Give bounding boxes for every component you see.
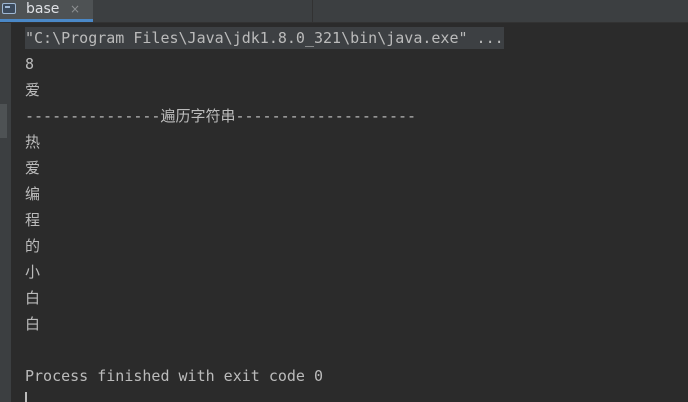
console-line: 白 [25,315,41,333]
console-line: 白 [25,289,41,307]
console-line: 爱 [25,81,41,99]
tab-base[interactable]: base × [0,0,93,22]
close-icon[interactable]: × [70,2,80,16]
console-gutter [0,23,11,402]
console-line: 编 [25,185,41,203]
tab-bar-divider [312,0,313,22]
console-line: 热 [25,133,41,151]
run-tool-window: base × "C:\Program Files\Java\jdk1.8.0_3… [0,0,688,402]
console-line: ---------------遍历字符串-------------------- [25,107,417,125]
tab-label: base [26,1,60,17]
console-output[interactable]: "C:\Program Files\Java\jdk1.8.0_321\bin\… [25,25,688,389]
console-command-line: "C:\Program Files\Java\jdk1.8.0_321\bin\… [25,25,688,51]
console-line: 的 [25,237,41,255]
process-exit-message: Process finished with exit code 0 [25,367,324,385]
console-line: 程 [25,211,41,229]
text-caret [25,392,27,402]
run-tab-bar: base × [0,0,688,23]
console-line: 爱 [25,159,41,177]
console-line: 小 [25,263,41,281]
command-text[interactable]: "C:\Program Files\Java\jdk1.8.0_321\bin\… [25,27,504,49]
console-window-icon [2,3,16,14]
gutter-marker [0,104,7,138]
console-line: 8 [25,55,35,73]
